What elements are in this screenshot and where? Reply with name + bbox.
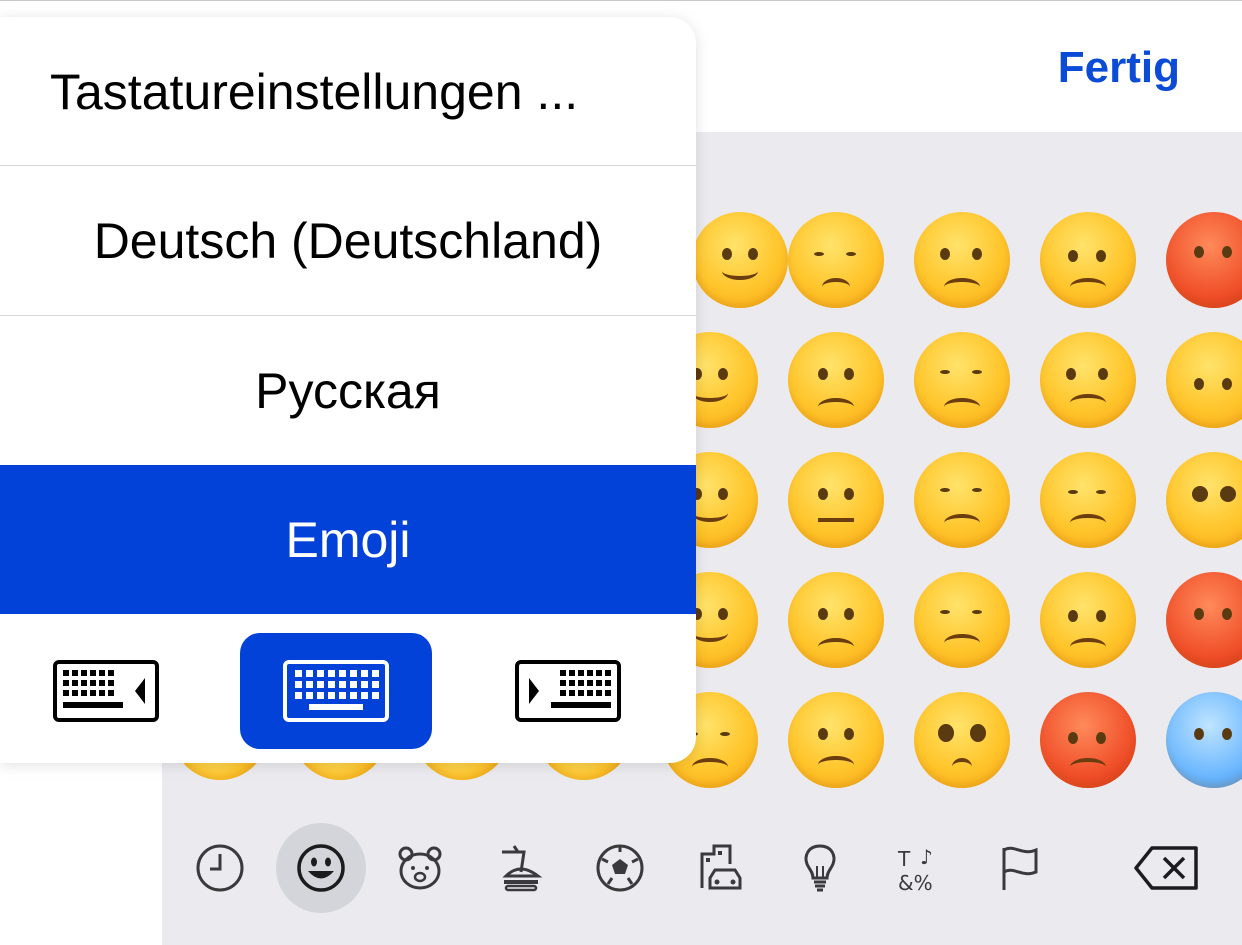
category-food[interactable] <box>475 823 565 913</box>
category-flags[interactable] <box>975 823 1065 913</box>
category-smileys[interactable] <box>276 823 366 913</box>
lightbulb-icon <box>804 844 836 892</box>
keyboard-left-button[interactable] <box>10 633 202 749</box>
emoji-key[interactable] <box>1166 692 1242 788</box>
done-button[interactable]: Fertig <box>1058 43 1180 93</box>
emoji-key[interactable] <box>1040 452 1136 548</box>
emoji-key[interactable] <box>788 332 884 428</box>
emoji-key[interactable] <box>1040 212 1136 308</box>
flag-icon <box>1002 846 1038 890</box>
svg-text:T: T <box>897 847 911 871</box>
svg-text:♪: ♪ <box>920 845 933 869</box>
emoji-key[interactable] <box>788 692 884 788</box>
symbols-icon: T ♪&% <box>897 845 933 894</box>
emoji-key[interactable] <box>914 212 1010 308</box>
category-recent[interactable] <box>175 823 265 913</box>
bear-icon <box>398 846 442 890</box>
category-activity[interactable] <box>575 823 665 913</box>
burger-icon <box>502 845 543 892</box>
category-animals[interactable] <box>375 823 465 913</box>
delete-button[interactable] <box>1117 823 1217 913</box>
svg-text:&%: &% <box>898 871 933 894</box>
building-car-icon <box>700 844 742 890</box>
emoji-key[interactable] <box>788 452 884 548</box>
category-objects[interactable] <box>775 823 865 913</box>
keyboard-full-icon <box>283 660 389 722</box>
clock-icon <box>196 844 244 892</box>
emoji-key[interactable] <box>692 212 788 308</box>
keyboard-switcher-menu: Tastatureinstellungen ... Deutsch (Deuts… <box>0 17 696 763</box>
menu-item-german[interactable]: Deutsch (Deutschland) <box>0 166 696 315</box>
emoji-key[interactable] <box>788 212 884 308</box>
backspace-icon <box>1134 846 1198 890</box>
smiley-icon <box>297 844 345 892</box>
emoji-key[interactable] <box>914 452 1010 548</box>
emoji-key[interactable] <box>914 692 1010 788</box>
emoji-key[interactable] <box>914 572 1010 668</box>
emoji-key[interactable] <box>1166 332 1242 428</box>
emoji-key[interactable] <box>1040 692 1136 788</box>
emoji-key[interactable] <box>1040 572 1136 668</box>
menu-item-keyboard-settings[interactable]: Tastatureinstellungen ... <box>0 17 696 166</box>
keyboard-left-icon <box>53 660 159 722</box>
keyboard-full-button[interactable] <box>240 633 432 749</box>
emoji-key[interactable] <box>788 572 884 668</box>
keyboard-right-icon <box>515 660 621 722</box>
category-symbols[interactable]: T ♪ &% <box>875 823 965 913</box>
keyboard-right-button[interactable] <box>472 633 664 749</box>
emoji-key[interactable] <box>1166 212 1242 308</box>
category-travel[interactable] <box>675 823 765 913</box>
emoji-key[interactable] <box>1040 332 1136 428</box>
emoji-key[interactable] <box>1166 572 1242 668</box>
menu-item-russian[interactable]: Русская <box>0 316 696 465</box>
emoji-key[interactable] <box>914 332 1010 428</box>
menu-item-emoji[interactable]: Emoji <box>0 465 696 614</box>
soccer-ball-icon <box>596 844 644 892</box>
emoji-category-bar: T ♪ &% <box>162 823 1242 915</box>
emoji-key[interactable] <box>1166 452 1242 548</box>
